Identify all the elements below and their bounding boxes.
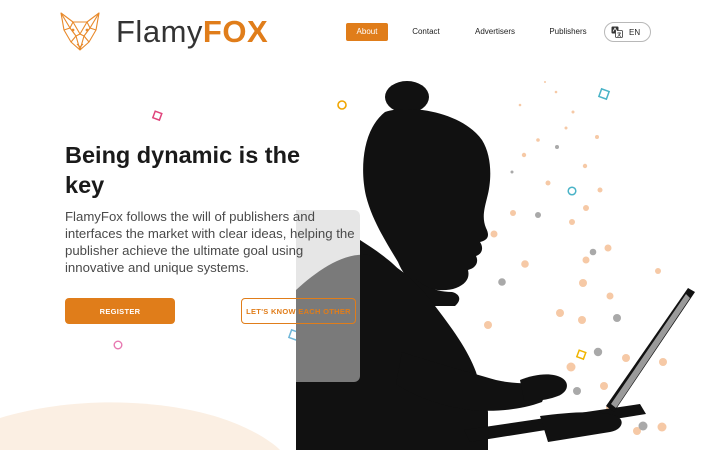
nav-publishers[interactable]: Publishers bbox=[542, 23, 594, 41]
nav-about[interactable]: About bbox=[346, 23, 388, 41]
hero-headline: Being dynamic is the key bbox=[65, 142, 301, 198]
nav-contact[interactable]: Contact bbox=[403, 23, 449, 41]
know-each-other-button[interactable]: LET'S KNOW EACH OTHER bbox=[241, 298, 356, 324]
language-label: EN bbox=[629, 27, 641, 37]
translate-icon bbox=[611, 26, 623, 38]
hero-description: FlamyFox follows the will of publishers … bbox=[65, 209, 355, 275]
language-switcher[interactable]: EN bbox=[604, 22, 651, 42]
nav-advertisers[interactable]: Advertisers bbox=[468, 23, 522, 41]
register-button[interactable]: REGISTER bbox=[65, 298, 175, 324]
